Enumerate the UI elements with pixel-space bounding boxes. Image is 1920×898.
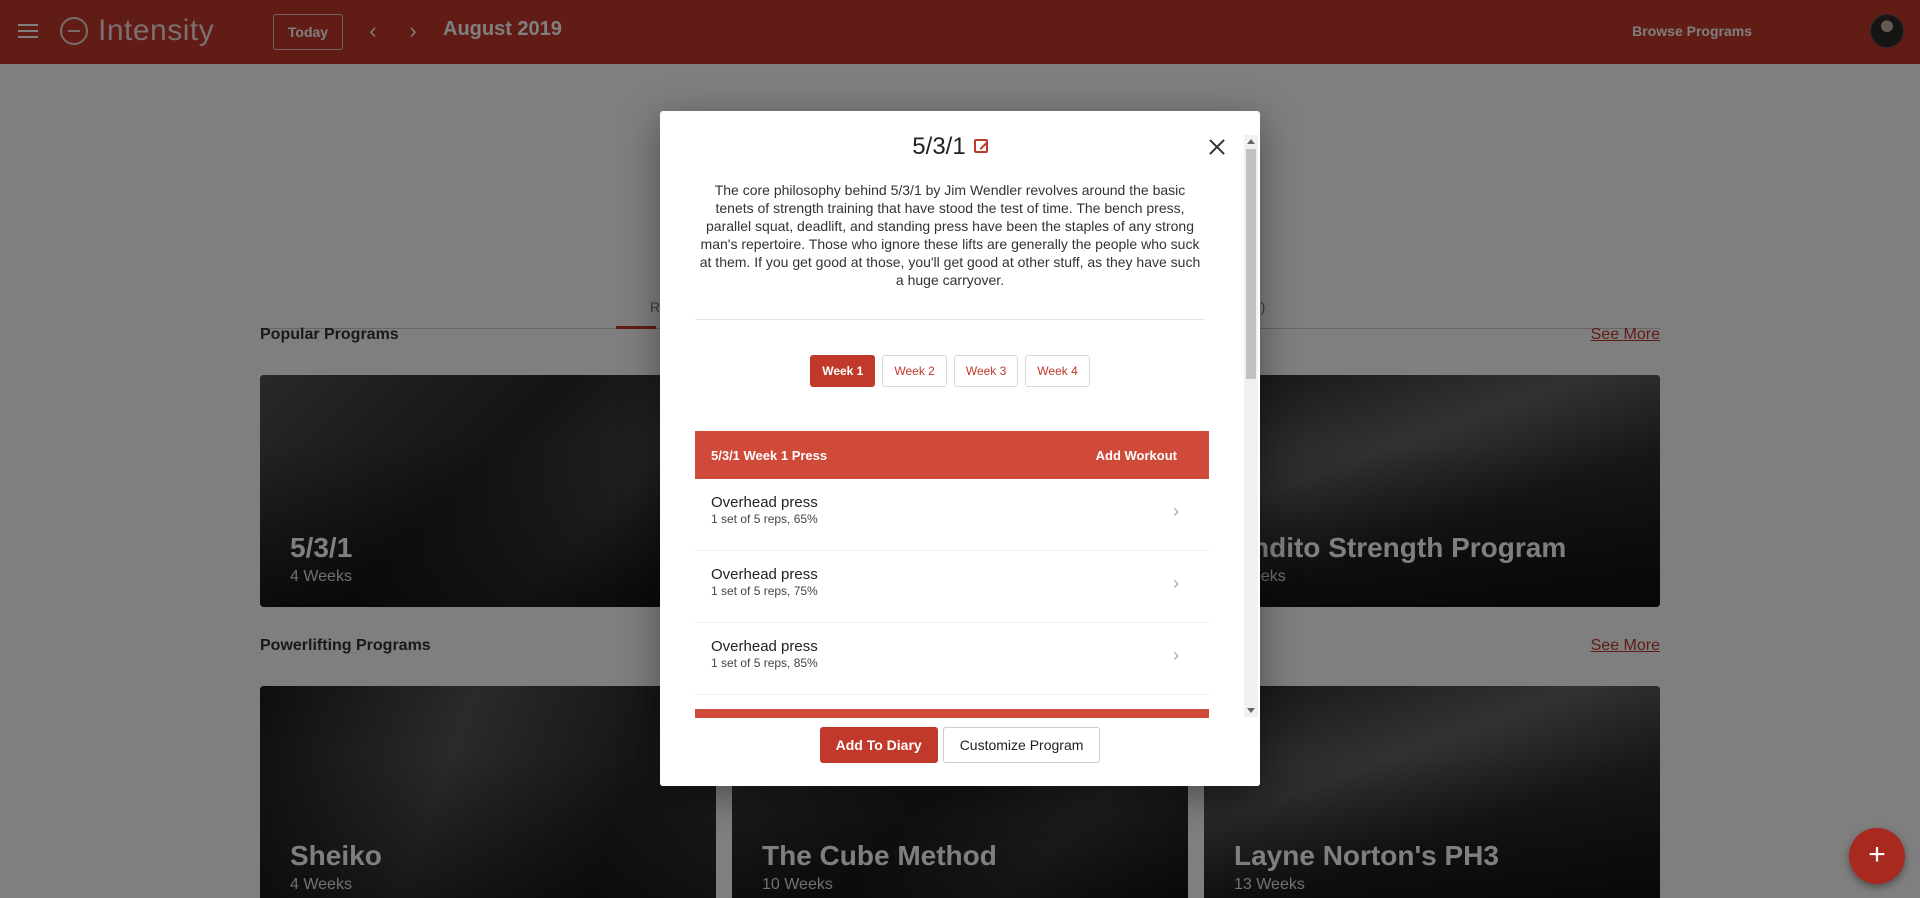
plus-icon[interactable]: + bbox=[1849, 828, 1905, 884]
modal-title: 5/3/1 bbox=[912, 133, 966, 160]
add-workout-button[interactable]: Add Workout bbox=[1096, 448, 1177, 463]
scroll-down-icon[interactable] bbox=[1247, 708, 1255, 713]
modal-header: 5/3/1 bbox=[660, 133, 1240, 161]
program-description: The core philosophy behind 5/3/1 by Jim … bbox=[699, 182, 1201, 288]
scroll-up-icon[interactable] bbox=[1247, 139, 1255, 144]
chevron-right-icon: › bbox=[1173, 573, 1179, 593]
week-3-button[interactable]: Week 3 bbox=[953, 355, 1019, 387]
exercise-name: Overhead press bbox=[711, 494, 818, 511]
exercise-row[interactable]: Overhead press 1 set of 5 reps, 85% › bbox=[695, 623, 1209, 695]
workout-header: 5/3/1 Week 1 Press Add Workout bbox=[695, 431, 1209, 479]
modal-footer: Add To Diary Customize Program bbox=[660, 718, 1260, 786]
exercise-detail: 1 set of 5 reps, 85% bbox=[711, 656, 818, 670]
week-selector: Week 1 Week 2 Week 3 Week 4 bbox=[660, 355, 1240, 387]
chevron-right-icon: › bbox=[1173, 645, 1179, 665]
week-2-button[interactable]: Week 2 bbox=[882, 355, 947, 387]
external-link-icon[interactable] bbox=[973, 139, 988, 153]
week-4-button[interactable]: Week 4 bbox=[1025, 355, 1090, 387]
exercise-row[interactable]: Overhead press 1 set of 5 reps, 65% › bbox=[695, 479, 1209, 551]
exercise-row[interactable]: Overhead press 1 set of 5 reps, 75% › bbox=[695, 551, 1209, 623]
modal-scrollbar[interactable] bbox=[1244, 135, 1258, 717]
divider bbox=[695, 319, 1205, 320]
add-to-diary-button[interactable]: Add To Diary bbox=[819, 727, 938, 763]
exercise-name: Overhead press bbox=[711, 638, 818, 655]
scrollbar-thumb[interactable] bbox=[1246, 149, 1256, 379]
exercise-detail: 1 set of 5 reps, 65% bbox=[711, 512, 818, 526]
chevron-right-icon: › bbox=[1173, 501, 1179, 521]
exercise-name: Overhead press bbox=[711, 566, 818, 583]
program-detail-modal: 5/3/1 The core philosophy behind 5/3/1 b… bbox=[660, 111, 1260, 786]
workout-title: 5/3/1 Week 1 Press bbox=[711, 447, 828, 463]
customize-program-button[interactable]: Customize Program bbox=[942, 727, 1101, 763]
exercise-detail: 1 set of 5 reps, 75% bbox=[711, 584, 818, 598]
week-1-button[interactable]: Week 1 bbox=[810, 355, 876, 387]
